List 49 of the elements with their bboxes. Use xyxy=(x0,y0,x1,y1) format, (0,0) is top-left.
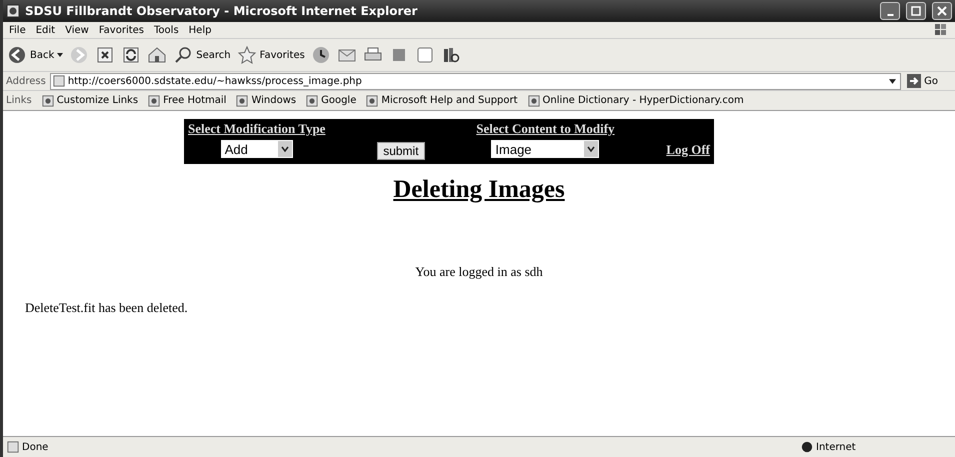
back-button[interactable]: Back xyxy=(7,45,64,65)
clock-icon[interactable] xyxy=(310,45,331,65)
modification-type-select[interactable]: Add xyxy=(220,140,293,158)
browser-icon xyxy=(6,4,20,18)
stop-icon[interactable] xyxy=(95,45,116,65)
modification-type-link[interactable]: Select Modification Type xyxy=(188,121,326,137)
menu-item[interactable]: Favorites xyxy=(98,24,144,36)
status-text: Done xyxy=(22,442,48,452)
menu-item[interactable]: Tools xyxy=(154,24,179,36)
window-title: SDSU Fillbrandt Observatory - Microsoft Internet Explorer xyxy=(25,4,418,18)
submit-button[interactable]: submit xyxy=(377,142,425,160)
log-off-link[interactable]: Log Off xyxy=(666,142,710,158)
menu-item[interactable]: File xyxy=(9,24,26,36)
maximize-icon xyxy=(911,6,921,16)
search-icon xyxy=(173,45,194,65)
content-to-modify-link[interactable]: Select Content to Modify xyxy=(476,121,615,137)
close-icon xyxy=(937,6,947,16)
star-icon xyxy=(236,45,257,65)
login-status-text: You are logged in as sdh xyxy=(415,264,543,280)
search-button[interactable]: Search xyxy=(173,45,231,65)
windows-logo-icon xyxy=(933,22,949,38)
zone-text: Internet xyxy=(816,442,856,452)
link-item[interactable]: Google xyxy=(306,94,356,106)
dropdown-arrow-icon[interactable] xyxy=(889,78,896,84)
go-button[interactable]: Go xyxy=(905,74,952,88)
links-label: Links xyxy=(6,95,32,106)
refresh-icon[interactable] xyxy=(121,45,142,65)
go-arrow-icon xyxy=(907,74,922,88)
address-field[interactable]: http://coers6000.sdstate.edu/~hawkss/process_image.php xyxy=(50,72,902,90)
link-item[interactable]: Free Hotmail xyxy=(148,94,226,106)
maximize-button[interactable] xyxy=(906,2,926,20)
deletion-message: DeleteTest.fit has been deleted. xyxy=(25,300,188,316)
content-select[interactable]: Image xyxy=(491,140,600,158)
menu-item[interactable]: View xyxy=(65,24,89,36)
menu-item[interactable]: Edit xyxy=(36,24,56,36)
close-button[interactable] xyxy=(932,2,952,20)
link-item[interactable]: Windows xyxy=(236,94,296,106)
favorites-button[interactable]: Favorites xyxy=(236,45,305,65)
link-item[interactable]: Online Dictionary - HyperDictionary.com xyxy=(528,94,744,106)
square-icon[interactable] xyxy=(414,45,435,65)
minimize-button[interactable] xyxy=(880,2,900,20)
minimize-icon xyxy=(886,14,894,16)
menu-item[interactable]: Help xyxy=(188,24,212,36)
link-item[interactable]: Customize Links xyxy=(42,94,138,106)
home-icon[interactable] xyxy=(147,45,168,65)
link-item[interactable]: Microsoft Help and Support xyxy=(366,94,518,106)
caret-icon xyxy=(57,53,64,57)
page-heading: Deleting Images xyxy=(393,176,565,204)
address-label: Address xyxy=(6,76,46,86)
